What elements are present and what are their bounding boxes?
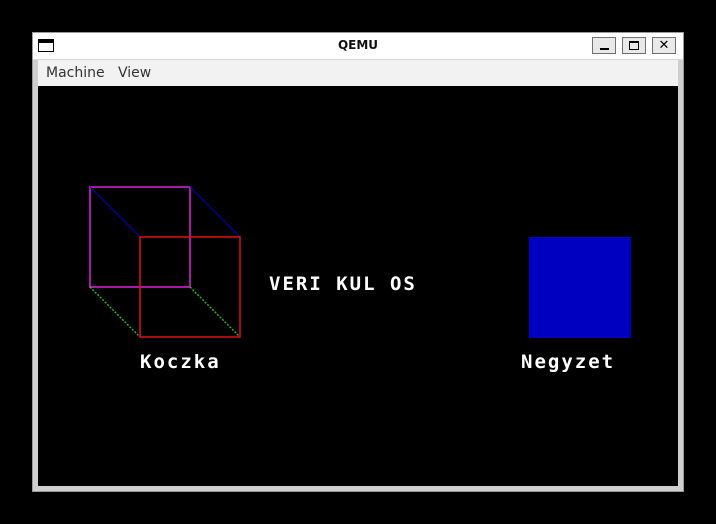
title-bar[interactable]: QEMU ✕ — [33, 33, 683, 60]
square-label: Negyzet — [521, 351, 616, 373]
vm-display[interactable]: VERI KUL OS Koczka Negyzet — [38, 86, 678, 486]
menu-view[interactable]: View — [118, 65, 151, 81]
maximize-button[interactable] — [622, 37, 646, 54]
blue-square — [529, 237, 631, 338]
qemu-window: QEMU ✕ Machine View VERI KUL OS Koczka N… — [32, 32, 684, 492]
cube-label: Koczka — [140, 351, 221, 373]
minimize-button[interactable] — [592, 37, 616, 54]
close-icon: ✕ — [658, 38, 670, 53]
cube-edge-bottom-left — [89, 286, 141, 338]
menu-bar: Machine View — [38, 60, 678, 86]
close-button[interactable]: ✕ — [652, 37, 676, 54]
cube-edge-bottom-right — [189, 286, 241, 338]
maximize-icon — [629, 41, 639, 50]
window-title: QEMU — [337, 38, 379, 52]
cube-edge-top-left — [89, 186, 141, 238]
minimize-icon — [600, 48, 609, 50]
cube-edge-top-right — [189, 186, 241, 238]
menu-machine[interactable]: Machine — [46, 65, 105, 81]
center-text: VERI KUL OS — [269, 273, 417, 295]
